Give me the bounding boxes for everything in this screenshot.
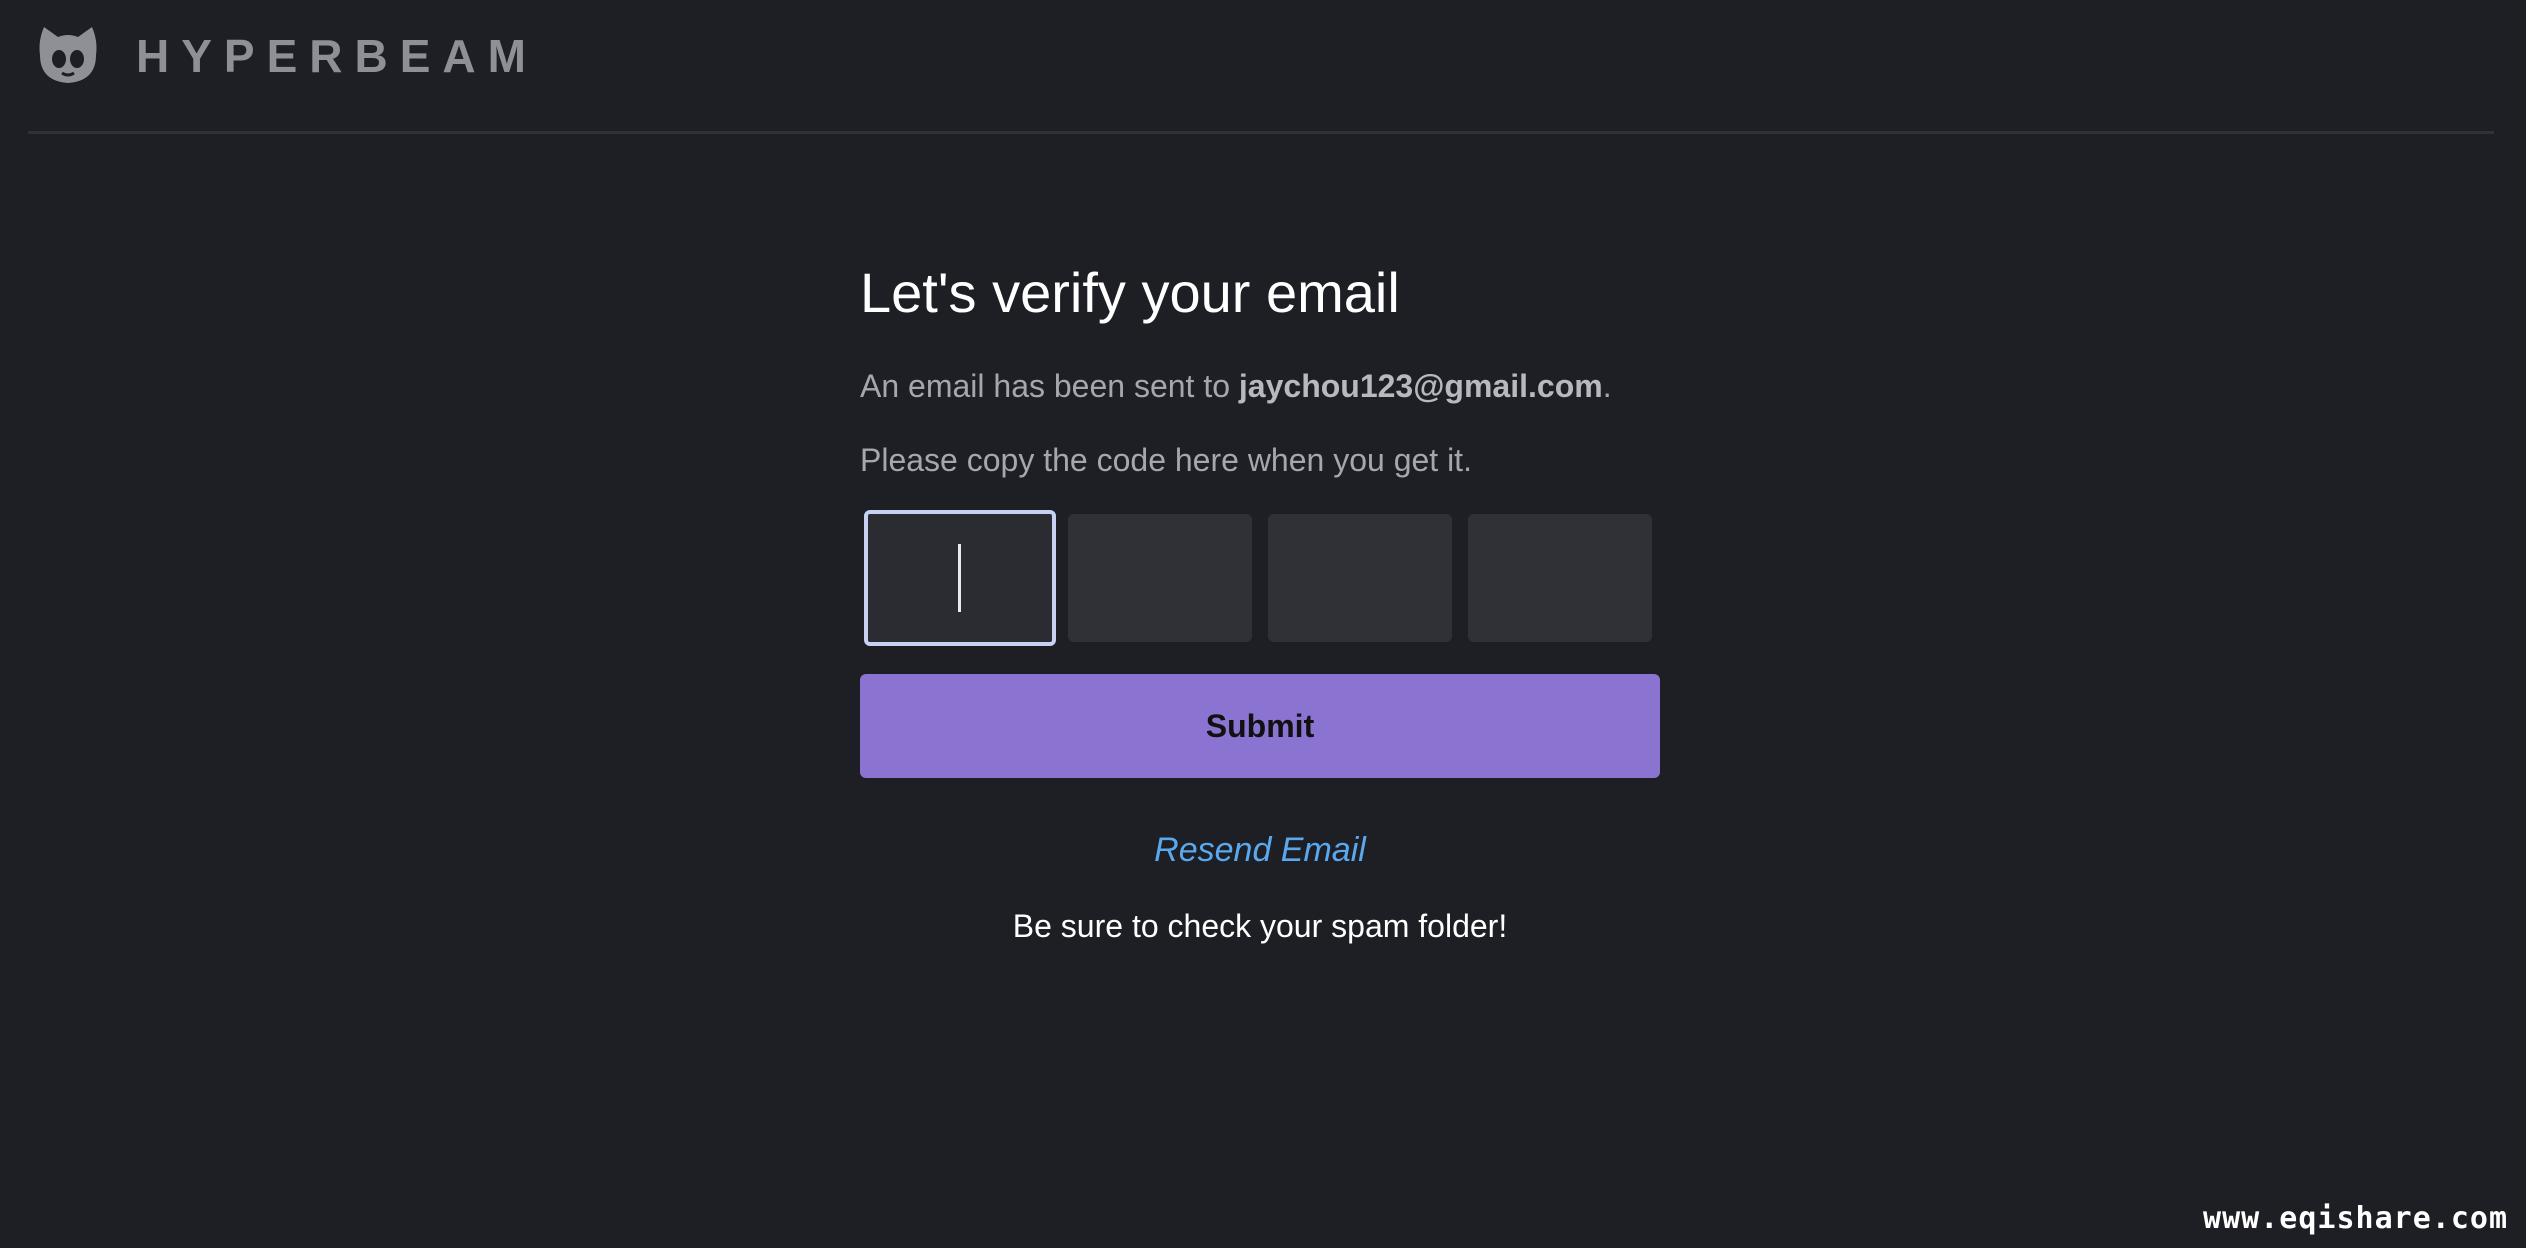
email-sent-prefix: An email has been sent to bbox=[860, 368, 1239, 404]
watermark: www.eqishare.com bbox=[2203, 1201, 2508, 1236]
email-sent-text: An email has been sent to jaychou123@gma… bbox=[860, 366, 1612, 406]
code-input-4[interactable] bbox=[1468, 514, 1652, 642]
cat-face-icon[interactable] bbox=[34, 21, 102, 89]
email-sent-suffix: . bbox=[1602, 368, 1612, 404]
submit-button[interactable]: Submit bbox=[860, 674, 1660, 778]
header: HYPERBEAM bbox=[0, 0, 2526, 134]
code-input-3[interactable] bbox=[1268, 514, 1452, 642]
email-address: jaychou123@gmail.com bbox=[1238, 368, 1603, 404]
resend-email-link[interactable]: Resend Email bbox=[860, 828, 1660, 872]
code-input-2[interactable] bbox=[1068, 514, 1252, 642]
header-divider bbox=[28, 131, 2494, 134]
code-input-row bbox=[860, 510, 1660, 646]
text-caret bbox=[958, 544, 961, 612]
instruction-text: Please copy the code here when you get i… bbox=[860, 442, 1472, 478]
page-title: Let's verify your email bbox=[860, 261, 1400, 324]
spam-note: Be sure to check your spam folder! bbox=[1012, 908, 1508, 944]
brand-name[interactable]: HYPERBEAM bbox=[136, 28, 538, 84]
